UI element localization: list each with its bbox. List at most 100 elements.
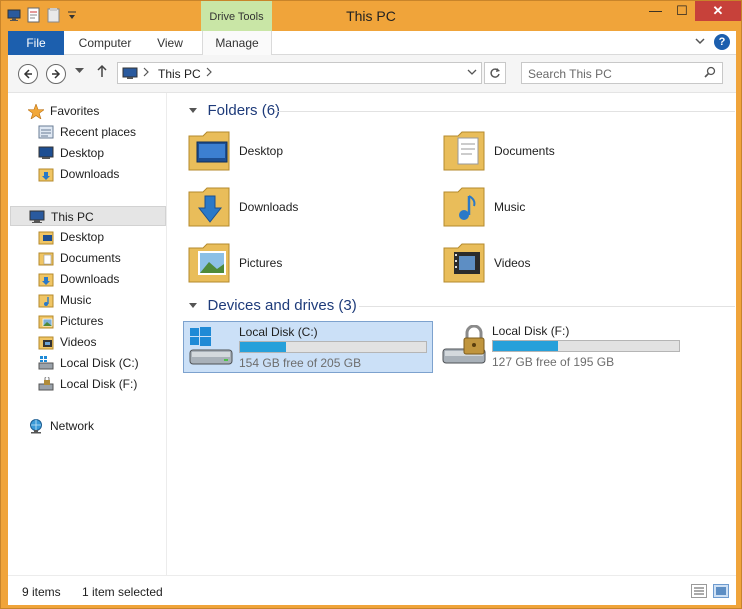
status-bar: 9 items 1 item selected xyxy=(8,575,736,605)
tab-view[interactable]: View xyxy=(148,31,192,55)
sidebar-item-documents[interactable]: Documents xyxy=(38,248,163,268)
drive-name: Local Disk (C:) xyxy=(239,325,318,339)
folder-label: Videos xyxy=(494,256,531,270)
folder-tile-downloads[interactable]: Downloads xyxy=(187,182,427,234)
explorer-window: Drive Tools This PC — ☐ ✕ File Computer … xyxy=(0,0,742,609)
folder-label: Desktop xyxy=(239,144,284,158)
sidebar-item-label: Videos xyxy=(60,335,97,349)
sidebar-item-recent-places[interactable]: Recent places xyxy=(38,122,163,142)
videos-folder-icon xyxy=(442,238,486,289)
collapse-chevron-icon[interactable] xyxy=(189,301,200,311)
drive-usage-bar xyxy=(492,340,680,352)
help-button[interactable]: ? xyxy=(714,34,730,50)
this-pc-icon xyxy=(122,67,138,83)
drive-free-space: 127 GB free of 195 GB xyxy=(492,355,615,369)
sidebar-item-favorites[interactable]: Favorites xyxy=(27,101,163,121)
sidebar-item-label: Local Disk (F:) xyxy=(60,377,138,391)
sidebar-item-local-disk-f[interactable]: Local Disk (F:) xyxy=(38,374,163,394)
sidebar-item-desktop[interactable]: Desktop xyxy=(38,227,163,247)
sidebar-item-videos[interactable]: Videos xyxy=(38,332,163,352)
up-arrow-icon xyxy=(97,64,107,77)
tab-file[interactable]: File xyxy=(8,31,64,55)
sidebar-item-fav-desktop[interactable]: Desktop xyxy=(38,143,163,163)
folder-tile-documents[interactable]: Documents xyxy=(442,126,682,178)
sidebar-item-label: Network xyxy=(50,419,95,433)
folders-section-header[interactable]: Folders (6) xyxy=(189,102,735,119)
back-button[interactable] xyxy=(18,64,38,84)
search-box xyxy=(521,62,723,84)
sidebar-item-label: Favorites xyxy=(50,104,100,118)
refresh-button[interactable] xyxy=(484,62,506,84)
ribbon-tabs: File Computer View Manage ? xyxy=(8,31,736,56)
sidebar-item-label: Downloads xyxy=(60,167,120,181)
music-folder-icon xyxy=(442,182,486,233)
large-icons-view-icon[interactable] xyxy=(713,584,729,598)
devices-section-header[interactable]: Devices and drives (3) xyxy=(189,297,735,314)
details-view-icon[interactable] xyxy=(691,584,707,598)
search-icon[interactable] xyxy=(704,66,716,81)
sidebar-item-network[interactable]: Network xyxy=(28,416,163,436)
maximize-button[interactable]: ☐ xyxy=(669,1,695,21)
folder-tile-music[interactable]: Music xyxy=(442,182,682,234)
close-button[interactable]: ✕ xyxy=(695,1,741,21)
sidebar-item-pictures[interactable]: Pictures xyxy=(38,311,163,331)
sidebar-item-label: Desktop xyxy=(60,230,105,244)
windows-drive-icon xyxy=(186,326,236,373)
selection-count: 1 item selected xyxy=(82,585,163,599)
drive-free-space: 154 GB free of 205 GB xyxy=(239,356,362,370)
folder-label: Documents xyxy=(494,144,555,158)
folder-label: Pictures xyxy=(239,256,283,270)
chevron-down-icon xyxy=(467,69,477,75)
drive-usage-bar xyxy=(239,341,427,353)
recent-locations-dropdown[interactable] xyxy=(75,66,84,76)
collapse-chevron-icon[interactable] xyxy=(189,106,200,116)
desktop-folder-icon xyxy=(187,126,231,177)
breadcrumb-separator-icon[interactable] xyxy=(206,66,212,81)
navigation-pane: Favorites Recent places Desktop Download… xyxy=(8,93,167,575)
breadcrumb-separator-icon[interactable] xyxy=(143,66,149,81)
expand-ribbon-icon[interactable] xyxy=(694,35,706,49)
title-bar: Drive Tools This PC — ☐ ✕ xyxy=(1,1,741,32)
locked-drive-icon xyxy=(439,324,489,372)
devices-section-title: Devices and drives (3) xyxy=(207,297,357,314)
locked-drive-icon xyxy=(38,376,54,398)
drive-usage-fill xyxy=(493,341,558,351)
chevron-down-icon xyxy=(75,68,84,73)
search-input[interactable] xyxy=(528,66,698,81)
ribbon-controls: ? xyxy=(694,34,730,50)
downloads-folder-icon xyxy=(187,182,231,233)
navigation-bar: This PC xyxy=(8,55,736,93)
sidebar-item-downloads[interactable]: Downloads xyxy=(38,269,163,289)
folder-tile-videos[interactable]: Videos xyxy=(442,238,682,290)
folders-section-title: Folders (6) xyxy=(207,102,281,119)
sidebar-item-this-pc[interactable]: This PC xyxy=(10,206,166,226)
drive-tile-c[interactable]: Local Disk (C:) 154 GB free of 205 GB xyxy=(183,321,433,373)
address-bar[interactable]: This PC xyxy=(117,62,482,84)
downloads-folder-icon xyxy=(38,167,54,188)
desktop-icon xyxy=(38,146,54,166)
folder-tile-desktop[interactable]: Desktop xyxy=(187,126,427,178)
sidebar-item-label: Pictures xyxy=(60,314,104,328)
sidebar-item-fav-downloads[interactable]: Downloads xyxy=(38,164,163,184)
folder-label: Downloads xyxy=(239,200,299,214)
tab-computer[interactable]: Computer xyxy=(70,31,140,55)
tab-manage[interactable]: Manage xyxy=(202,31,272,56)
documents-folder-icon xyxy=(442,126,486,177)
sidebar-item-local-disk-c[interactable]: Local Disk (C:) xyxy=(38,353,163,373)
forward-button[interactable] xyxy=(46,64,66,84)
breadcrumb-this-pc[interactable]: This PC xyxy=(158,67,201,81)
sidebar-item-label: Documents xyxy=(60,251,121,265)
section-divider xyxy=(359,306,735,307)
folder-tile-pictures[interactable]: Pictures xyxy=(187,238,427,290)
sidebar-item-label: Local Disk (C:) xyxy=(60,356,139,370)
up-button[interactable] xyxy=(96,64,108,82)
address-history-dropdown[interactable] xyxy=(467,66,477,81)
sidebar-item-label: Recent places xyxy=(60,125,137,139)
drive-tile-f[interactable]: Local Disk (F:) 127 GB free of 195 GB xyxy=(437,321,687,373)
window-title: This PC xyxy=(346,8,396,24)
sidebar-item-music[interactable]: Music xyxy=(38,290,163,310)
minimize-button[interactable]: — xyxy=(642,1,669,21)
pictures-folder-icon xyxy=(187,238,231,289)
drive-usage-fill xyxy=(240,342,287,352)
sidebar-item-label: This PC xyxy=(51,210,94,224)
